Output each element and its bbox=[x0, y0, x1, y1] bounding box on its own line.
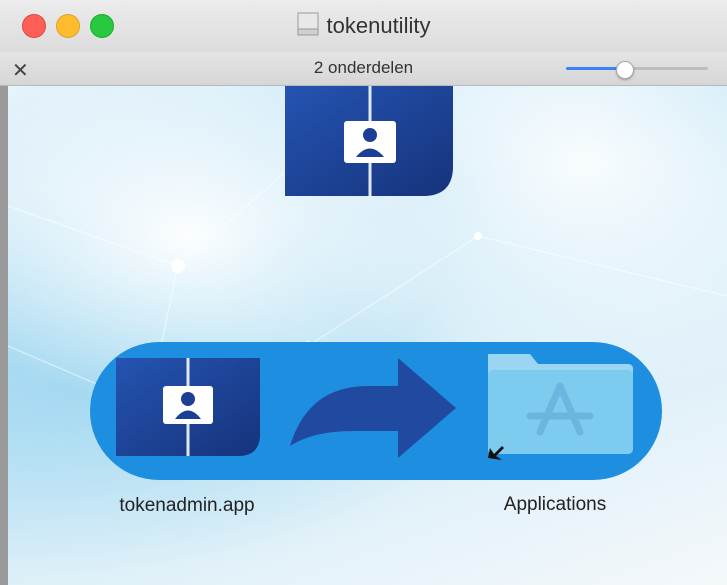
app-icon[interactable] bbox=[116, 358, 260, 456]
window-edge bbox=[0, 86, 8, 585]
disk-image-icon bbox=[297, 12, 319, 36]
window-title-text: tokenutility bbox=[326, 13, 431, 38]
window-title: tokenutility bbox=[0, 12, 727, 39]
app-label[interactable]: tokenadmin.app bbox=[102, 495, 272, 517]
applications-folder-icon[interactable] bbox=[488, 354, 633, 460]
slider-thumb[interactable] bbox=[616, 61, 635, 79]
slider-track bbox=[624, 67, 708, 70]
dmg-background: tokenadmin.app Applications bbox=[8, 86, 727, 585]
top-app-icon bbox=[285, 86, 453, 196]
title-bar[interactable]: tokenutility bbox=[0, 0, 727, 52]
icon-size-slider[interactable] bbox=[566, 61, 708, 79]
status-toolbar: ✕ 2 onderdelen bbox=[0, 52, 727, 86]
applications-label[interactable]: Applications bbox=[480, 494, 630, 516]
finder-window: tokenutility ✕ 2 onderdelen tokenadmin.a… bbox=[0, 0, 727, 585]
